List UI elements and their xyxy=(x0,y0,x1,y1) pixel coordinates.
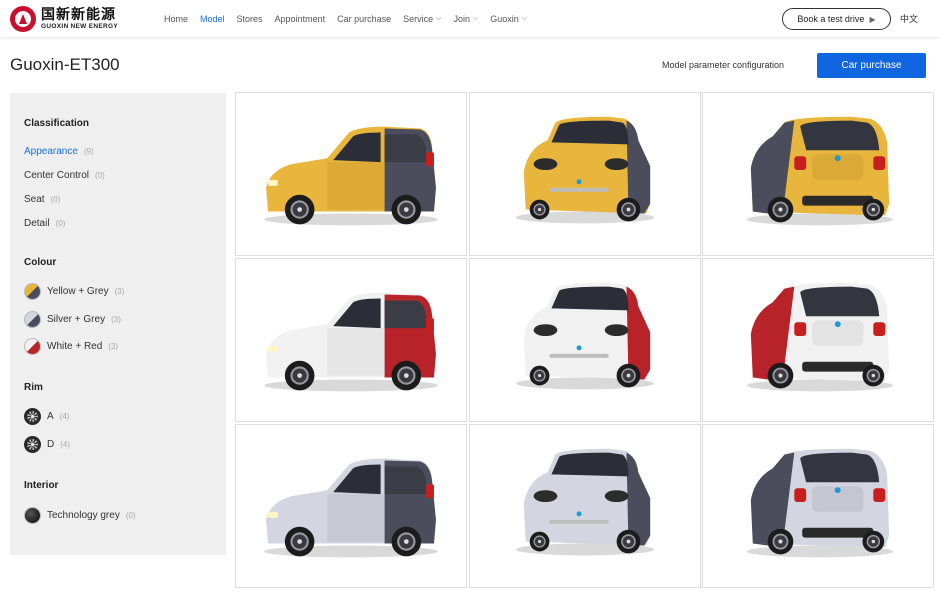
gallery-tile[interactable] xyxy=(235,424,467,588)
gallery-tile[interactable] xyxy=(469,424,701,588)
filter-seat[interactable]: Seat (0) xyxy=(24,194,60,205)
language-switch[interactable]: 中文 xyxy=(900,12,918,25)
car-rear-view-image xyxy=(746,116,894,226)
filter-count: (3) xyxy=(111,315,121,324)
filter-colour-yellow-grey[interactable]: Yellow + Grey (3) xyxy=(24,283,124,300)
filter-interior-technology-grey[interactable]: Technology grey (0) xyxy=(24,507,136,524)
filter-rim-a[interactable]: A (4) xyxy=(24,408,69,425)
filter-label: Silver + Grey xyxy=(47,314,106,325)
gallery-tile[interactable] xyxy=(235,92,467,256)
chevron-down-icon: ⌵ xyxy=(521,15,528,22)
car-rear-view-image xyxy=(746,282,894,392)
brand-name-en: GUOXIN NEW ENERGY xyxy=(41,22,118,30)
gallery-tile[interactable] xyxy=(702,424,934,588)
car-front-view-image xyxy=(515,282,655,390)
nav-item-guoxin[interactable]: Guoxin ⌵ xyxy=(490,14,527,24)
car-front-view-image xyxy=(515,116,655,224)
nav-item-label: Service xyxy=(403,14,434,24)
brand-wordmark: 国新新能源 GUOXIN NEW ENERGY xyxy=(41,8,118,31)
page-title: Guoxin-ET300 xyxy=(10,55,120,74)
filter-label: Appearance xyxy=(24,146,78,157)
top-navbar: 国新新能源 GUOXIN NEW ENERGY Home Model Store… xyxy=(0,0,940,38)
filter-label: White + Red xyxy=(47,341,103,352)
nav-item-stores[interactable]: Stores xyxy=(237,14,263,24)
nav-item-label: Guoxin xyxy=(490,14,519,24)
filter-label: Seat xyxy=(24,194,45,205)
gallery-tile[interactable] xyxy=(235,258,467,422)
nav-item-label: Model xyxy=(200,14,225,24)
main-nav: Home Model Stores Appointment Car purcha… xyxy=(164,0,539,38)
technology-grey-swatch-icon xyxy=(24,507,41,524)
nav-item-label: Car purchase xyxy=(337,14,392,24)
nav-item-label: Home xyxy=(164,14,189,24)
brand-emblem-icon xyxy=(10,6,36,32)
filter-appearance[interactable]: Appearance (9) xyxy=(24,146,94,157)
nav-item-join[interactable]: Join ⌵ xyxy=(453,14,478,24)
nav-item-car-purchase[interactable]: Car purchase xyxy=(337,14,391,24)
rim-icon xyxy=(24,408,41,425)
classification-heading: Classification xyxy=(24,118,90,129)
gallery-tile[interactable] xyxy=(469,258,701,422)
rim-icon xyxy=(24,436,41,453)
book-test-drive-label: Book a test drive xyxy=(797,14,865,24)
filter-label: Yellow + Grey xyxy=(47,286,109,297)
play-arrow-icon: ▶ xyxy=(869,14,876,24)
brand-name-cn: 国新新能源 xyxy=(41,6,116,23)
filter-count: (3) xyxy=(114,287,125,296)
filter-colour-silver-grey[interactable]: Silver + Grey (3) xyxy=(24,311,121,328)
interior-heading: Interior xyxy=(24,480,59,491)
filter-label: Detail xyxy=(24,218,50,229)
yellow-grey-swatch-icon xyxy=(24,283,41,300)
gallery-tile[interactable] xyxy=(702,258,934,422)
model-parameter-link[interactable]: Model parameter configuration xyxy=(662,60,784,70)
filter-count: (0) xyxy=(95,171,105,180)
rim-heading: Rim xyxy=(24,382,43,393)
filter-detail[interactable]: Detail (0) xyxy=(24,218,65,229)
filter-colour-white-red[interactable]: White + Red (3) xyxy=(24,338,118,355)
nav-item-home[interactable]: Home xyxy=(164,14,188,24)
filter-rim-d[interactable]: D (4) xyxy=(24,436,70,453)
filter-count: (0) xyxy=(50,195,61,204)
nav-item-label: Stores xyxy=(236,14,263,24)
car-image-gallery xyxy=(235,92,934,589)
car-purchase-button[interactable]: Car purchase xyxy=(817,53,926,78)
filter-count: (0) xyxy=(125,511,136,520)
nav-item-label: Appointment xyxy=(274,14,326,24)
nav-item-service[interactable]: Service ⌵ xyxy=(403,14,441,24)
nav-item-model[interactable]: Model xyxy=(200,14,225,24)
gallery-tile[interactable] xyxy=(469,92,701,256)
car-front-view-image xyxy=(515,448,655,556)
car-side-view-image xyxy=(264,458,438,558)
filter-count: (3) xyxy=(108,342,119,351)
car-side-view-image xyxy=(264,292,438,392)
filter-count: (0) xyxy=(55,219,66,228)
car-rear-view-image xyxy=(746,448,894,558)
colour-heading: Colour xyxy=(24,257,57,268)
filter-sidebar: Classification Appearance (9) Center Con… xyxy=(10,93,226,555)
filter-count: (9) xyxy=(83,147,94,156)
filter-label: D xyxy=(47,439,55,450)
car-side-view-image xyxy=(264,126,438,226)
chevron-down-icon: ⌵ xyxy=(472,15,479,22)
brand-logo[interactable]: 国新新能源 GUOXIN NEW ENERGY xyxy=(10,5,130,33)
silver-grey-swatch-icon xyxy=(24,311,41,328)
chevron-down-icon: ⌵ xyxy=(436,15,442,22)
nav-item-label: Join xyxy=(453,14,470,24)
filter-label: A xyxy=(47,411,54,422)
white-red-swatch-icon xyxy=(24,338,41,355)
nav-item-appointment[interactable]: Appointment xyxy=(275,14,326,24)
filter-center-control[interactable]: Center Control (0) xyxy=(24,170,105,181)
gallery-tile[interactable] xyxy=(702,92,934,256)
filter-count: (4) xyxy=(60,440,71,449)
filter-label: Center Control xyxy=(24,170,90,181)
filter-label: Technology grey xyxy=(47,510,120,521)
book-test-drive-button[interactable]: Book a test drive ▶ xyxy=(782,8,891,30)
filter-count: (4) xyxy=(59,412,70,421)
